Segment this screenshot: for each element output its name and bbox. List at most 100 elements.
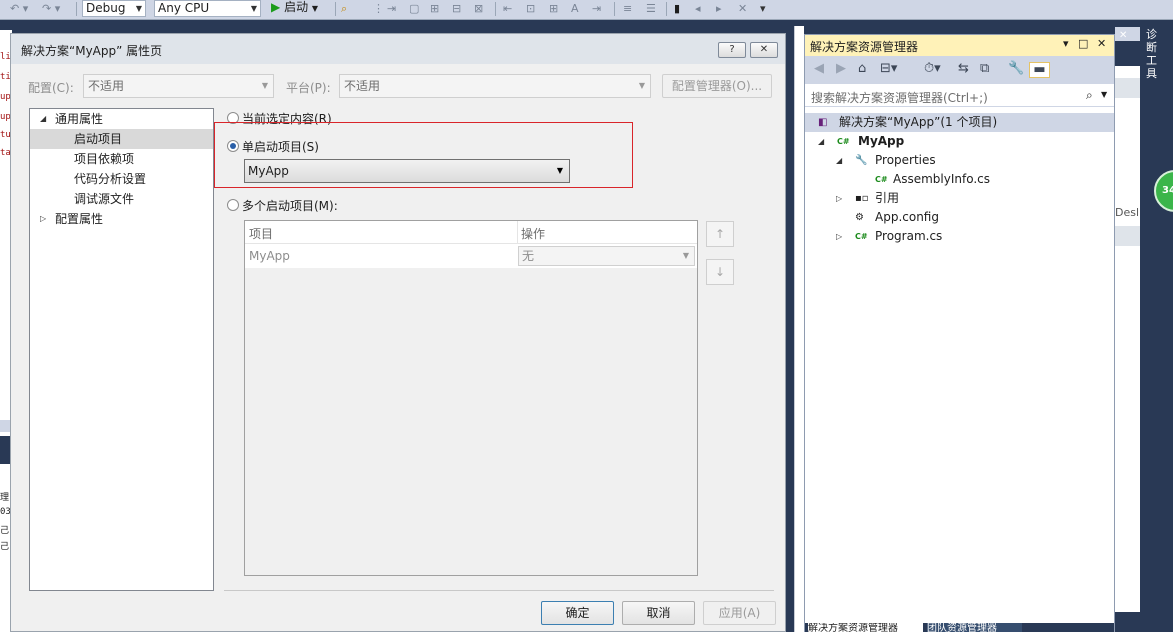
collapsed-icon[interactable]: ▷	[836, 189, 842, 208]
cancel-button[interactable]: 取消	[622, 601, 695, 625]
platform-combo[interactable]: 不适用 ▼	[339, 74, 651, 98]
chevron-down-icon: ▼	[556, 166, 563, 175]
program-node[interactable]: ▷ C# Program.cs	[805, 227, 1114, 246]
indent-icon[interactable]: ⇥	[592, 1, 601, 17]
tree-item-configuration-properties[interactable]: ▷ 配置属性	[30, 209, 213, 229]
tab-team-explorer[interactable]: 团队资源管理器	[927, 623, 1022, 632]
move-down-button[interactable]: ↓	[706, 259, 734, 285]
single-startup-radio[interactable]	[227, 140, 239, 152]
window-position-icon[interactable]: ▾	[1063, 37, 1069, 50]
collapsed-icon[interactable]: ▷	[40, 209, 46, 229]
find-icon[interactable]: ⌕	[341, 1, 347, 17]
solution-config-combo[interactable]: Debug ▼	[82, 0, 146, 17]
search-input[interactable]: 搜索解决方案资源管理器(Ctrl+;)	[811, 89, 988, 106]
undo-icon[interactable]: ↶ ▾	[10, 1, 28, 17]
bookmark-prev-icon[interactable]: ◂	[695, 1, 701, 17]
preview-icon[interactable]: ▬	[1029, 62, 1050, 78]
format-icon[interactable]: ⊞	[549, 1, 558, 17]
references-node[interactable]: ▷ ▪▫ 引用	[805, 189, 1114, 208]
column-divider[interactable]	[517, 221, 518, 244]
solution-platform-combo[interactable]: Any CPU ▼	[154, 0, 261, 17]
solution-explorer-search[interactable]: 搜索解决方案资源管理器(Ctrl+;) ⌕ ▼	[805, 85, 1114, 107]
grid-header-action[interactable]: 操作	[521, 225, 545, 242]
maximize-icon[interactable]: □	[1078, 37, 1088, 50]
tree-item-common-properties[interactable]: ◢ 通用属性	[30, 109, 213, 129]
start-button[interactable]: ▶ 启动 ▼	[271, 0, 318, 17]
chevron-down-icon[interactable]: ▼	[1101, 90, 1107, 99]
config-manager-button[interactable]: 配置管理器(O)...	[662, 74, 772, 98]
solution-explorer-title-bar[interactable]: 解决方案资源管理器 ▾ □ ✕	[805, 35, 1114, 56]
single-startup-project-value: MyApp	[248, 164, 289, 178]
output-line: 己	[0, 542, 10, 552]
font-icon[interactable]: A	[571, 1, 579, 17]
step-icon[interactable]: ⇥	[387, 1, 396, 17]
diagram-icon[interactable]: ⊞	[430, 1, 439, 17]
collapsed-icon[interactable]: ▷	[836, 227, 842, 246]
tree-item-label: 配置属性	[55, 212, 104, 226]
single-startup-project-combo[interactable]: MyApp ▼	[244, 159, 570, 183]
multiple-startup-radio[interactable]	[227, 199, 239, 211]
assemblyinfo-node[interactable]: C# AssemblyInfo.cs	[805, 170, 1114, 189]
tree-item-project-dependencies[interactable]: 项目依赖项	[30, 149, 213, 169]
close-icon[interactable]: ✕	[1119, 30, 1127, 41]
sync-icon[interactable]: ⇆	[958, 62, 969, 76]
apply-button[interactable]: 应用(A)	[703, 601, 776, 625]
expanded-icon[interactable]: ◢	[818, 132, 824, 151]
home-icon[interactable]: ⌂	[858, 62, 866, 76]
tree-item-startup-project[interactable]: 启动项目	[30, 129, 213, 149]
bookmark-icon[interactable]: ▮	[674, 1, 680, 17]
configuration-combo[interactable]: 不适用 ▼	[83, 74, 274, 98]
right-dock-area: ✕ Desl 诊断工具 34	[1115, 20, 1173, 632]
references-node-label: 引用	[875, 191, 900, 205]
diagnostic-tools-tab[interactable]: 诊断工具	[1146, 28, 1160, 80]
project-node[interactable]: ◢ C# MyApp	[805, 132, 1114, 151]
expanded-icon[interactable]: ◢	[836, 151, 842, 170]
appconfig-node-label: App.config	[875, 210, 939, 224]
redo-icon[interactable]: ↷ ▾	[42, 1, 60, 17]
forward-icon[interactable]: ▶	[836, 62, 846, 76]
bookmark-clear-icon[interactable]: ✕	[738, 1, 747, 17]
bookmark-next-icon[interactable]: ▸	[716, 1, 722, 17]
csharp-project-icon: C#	[837, 137, 850, 146]
tree-item-debug-source-files[interactable]: 调试源文件	[30, 189, 213, 209]
chevron-down-icon: ▼	[250, 4, 257, 13]
comment-icon[interactable]: ⊡	[526, 1, 535, 17]
layout-icon[interactable]: ⊟	[452, 1, 461, 17]
grid-header-project[interactable]: 项目	[249, 225, 273, 242]
outdent-icon[interactable]: ⇤	[503, 1, 512, 17]
pending-changes-icon[interactable]: ⏱▾	[924, 62, 941, 76]
ok-button[interactable]: 确定	[541, 601, 614, 625]
background-editor-strip	[794, 26, 804, 632]
align-icon[interactable]: ≡	[623, 1, 632, 17]
close-icon[interactable]: ✕	[1097, 37, 1106, 50]
move-up-button[interactable]: ↑	[706, 221, 734, 247]
chevron-down-icon: ▼	[135, 4, 142, 13]
grid-header: 项目 操作	[245, 221, 697, 244]
solution-node[interactable]: ◧ 解决方案“MyApp”(1 个项目)	[805, 113, 1114, 132]
properties-node[interactable]: ◢ 🔧 Properties	[805, 151, 1114, 170]
list-icon[interactable]: ☰	[646, 1, 656, 17]
grid-cell-action-combo[interactable]: 无 ▼	[518, 246, 695, 266]
properties-wrench-icon[interactable]: 🔧	[1008, 62, 1024, 76]
grid-cell-project: MyApp	[249, 249, 290, 263]
expanded-icon[interactable]: ◢	[40, 109, 46, 129]
help-button[interactable]: ?	[718, 42, 746, 58]
search-icon[interactable]: ⌕	[1086, 88, 1093, 103]
solution-node-label: 解决方案“MyApp”(1 个项目)	[839, 115, 998, 129]
tree-item-label: 项目依赖项	[74, 152, 135, 166]
switch-views-icon[interactable]: ⊟▾	[880, 62, 897, 76]
tab-solution-explorer[interactable]: 解决方案资源管理器	[808, 623, 923, 632]
toolbar-separator	[614, 2, 615, 16]
solution-explorer-toolbar: ◀ ▶ ⌂ ⊟▾ ⏱▾ ⇆ ⧉ 🔧 ▬	[805, 56, 1114, 84]
performance-badge[interactable]: 34	[1154, 170, 1173, 212]
wrench-icon: 🔧	[855, 155, 868, 166]
tree-item-code-analysis[interactable]: 代码分析设置	[30, 169, 213, 189]
table-row[interactable]: MyApp 无 ▼	[245, 244, 697, 268]
back-icon[interactable]: ◀	[814, 62, 824, 76]
grid-icon[interactable]: ⊠	[474, 1, 483, 17]
doc-icon[interactable]: ▢	[409, 1, 419, 17]
dialog-close-button[interactable]: ✕	[750, 42, 778, 58]
collapse-all-icon[interactable]: ⧉	[980, 62, 989, 76]
toolbar-overflow-icon[interactable]: ▾	[760, 1, 766, 17]
appconfig-node[interactable]: ⚙ App.config	[805, 208, 1114, 227]
